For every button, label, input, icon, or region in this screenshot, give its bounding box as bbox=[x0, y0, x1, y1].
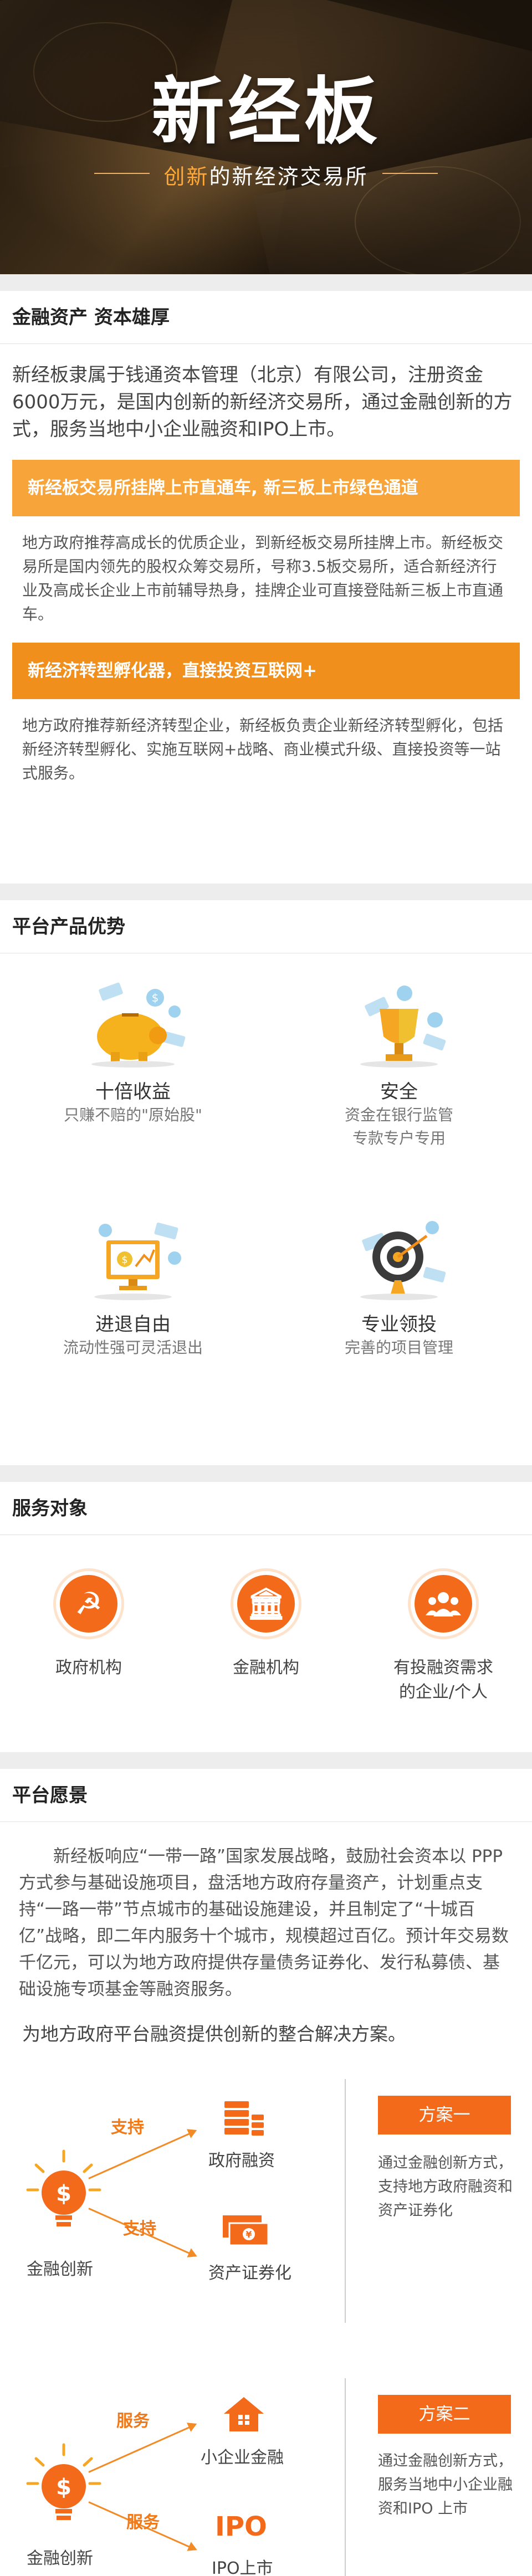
section-targets: 服务对象 ☭ 政府机构 🏛 金融机构 有投融资需求 的企业/个人 bbox=[0, 1482, 532, 1752]
vision-text: 新经板响应“一带一路”国家发展战略，鼓励社会资本以 PPP 方式参与基础设施项目… bbox=[19, 1846, 509, 1999]
section-gap bbox=[0, 1752, 532, 1769]
plan-divider bbox=[345, 2378, 346, 2576]
people-icon bbox=[415, 1575, 472, 1633]
section-vision: 平台愿景 新经板响应“一带一路”国家发展战略，鼓励社会资本以 PPP 方式参与基… bbox=[0, 1769, 532, 2576]
advantage-sub: 专款专户专用 bbox=[352, 1129, 446, 1147]
arrow-tag-bottom: 支持 bbox=[123, 2219, 156, 2239]
svg-text:$: $ bbox=[56, 2181, 71, 2206]
target-label: 有投融资需求 的企业/个人 bbox=[355, 1656, 532, 1705]
trophy-icon bbox=[332, 981, 466, 1070]
target-row: ☭ 政府机构 🏛 金融机构 有投融资需求 的企业/个人 bbox=[0, 1535, 532, 1751]
plan-source-label: 金融创新 bbox=[27, 2260, 93, 2279]
feature-desc-incubator: 地方政府推荐新经济转型企业，新经板负责企业新经济转型孵化，包括新经济转型孵化、实… bbox=[22, 716, 504, 782]
plan-target-top: 政府融资 bbox=[208, 2151, 275, 2170]
hero-subtitle: 创新的新经济交易所 bbox=[0, 160, 532, 190]
target-icon-ring: ☭ bbox=[53, 1568, 124, 1639]
section-gap bbox=[0, 1465, 532, 1482]
coin-bulb-icon: $ bbox=[22, 2439, 105, 2533]
plan-target-bottom: 资产证券化 bbox=[208, 2264, 291, 2283]
bank-icon: 🏛 bbox=[237, 1575, 295, 1633]
svg-text:$: $ bbox=[56, 2475, 71, 2500]
target-item: ☭ 政府机构 bbox=[0, 1568, 177, 1680]
scheme-badge: 方案二 bbox=[378, 2395, 511, 2434]
feature-desc-listing: 地方政府推荐高成长的优质企业，到新经板交易所挂牌上市。新经板交易所是国内领先的股… bbox=[22, 533, 504, 623]
plan-target-bottom: IPO上市 bbox=[212, 2559, 273, 2576]
section-gap bbox=[0, 884, 532, 900]
advantage-title: 十倍收益 bbox=[95, 1081, 171, 1103]
section-advantages: 平台产品优势 $ 十倍收益 只赚不赔的"原始股" 安全 资金在银行监管 专款专户… bbox=[0, 900, 532, 1465]
svg-text:¥: ¥ bbox=[245, 2229, 252, 2240]
advantage-title: 进退自由 bbox=[95, 1313, 171, 1336]
section-heading: 服务对象 bbox=[0, 1482, 532, 1535]
banknote-icon: ¥ bbox=[222, 2212, 272, 2253]
scheme-desc: 通过金融创新方式，支持地方政府融资和资产证券化 bbox=[378, 2154, 513, 2219]
target-label: 政府机构 bbox=[55, 1658, 122, 1677]
ipo-icon: IPO bbox=[215, 2511, 267, 2542]
arrow-tag-bottom: 服务 bbox=[126, 2513, 160, 2532]
house-icon bbox=[222, 2395, 266, 2436]
advantage-sub: 资金在银行监管 bbox=[344, 1106, 453, 1124]
hero-subtitle-highlight: 创新 bbox=[163, 165, 209, 189]
advantage-item: $ 进退自由 流动性强可灵活退出 bbox=[0, 1214, 266, 1359]
coin-bulb-icon: $ bbox=[22, 2146, 105, 2240]
plan-two: $ 金融创新 服务 服务 小企业金融 IPO IPO上市 方案二 通过金融创新方… bbox=[0, 2378, 532, 2576]
advantage-sub: 只赚不赔的"原始股" bbox=[64, 1106, 202, 1124]
section-heading: 平台产品优势 bbox=[0, 900, 532, 953]
advantage-sub: 完善的项目管理 bbox=[344, 1338, 453, 1357]
advantage-item: $ 十倍收益 只赚不赔的"原始股" bbox=[0, 981, 266, 1127]
arrow-tag-top: 服务 bbox=[116, 2411, 150, 2431]
arrow-tag-top: 支持 bbox=[111, 2118, 144, 2137]
target-item: 🏛 金融机构 bbox=[177, 1568, 355, 1680]
plan-target-top: 小企业金融 bbox=[201, 2448, 284, 2467]
scheme-desc: 通过金融创新方式，服务当地中小企业融资和IPO 上市 bbox=[378, 2452, 513, 2517]
monitor-icon: $ bbox=[66, 1214, 200, 1302]
coin-stack-icon bbox=[222, 2096, 266, 2142]
hammer-sickle-icon: ☭ bbox=[60, 1575, 117, 1633]
target-label: 金融机构 bbox=[233, 1658, 299, 1677]
target-label-line2: 的企业/个人 bbox=[398, 1682, 488, 1702]
target-label-line1: 有投融资需求 bbox=[393, 1658, 493, 1677]
target-item: 有投融资需求 的企业/个人 bbox=[355, 1568, 532, 1705]
hero-banner: 新经板 创新的新经济交易所 bbox=[0, 0, 532, 274]
section-capital: 金融资产 资本雄厚 新经板隶属于钱通资本管理（北京）有限公司，注册资金6000万… bbox=[0, 291, 532, 884]
plan-divider bbox=[345, 2079, 346, 2323]
target-icon bbox=[332, 1214, 466, 1302]
section-heading: 平台愿景 bbox=[0, 1769, 532, 1822]
plan-source-label: 金融创新 bbox=[27, 2549, 93, 2568]
page: 新经板 创新的新经济交易所 金融资产 资本雄厚 新经板隶属于钱通资本管理（北京）… bbox=[0, 0, 532, 2576]
section-gap bbox=[0, 274, 532, 291]
plan-one: $ 金融创新 支持 支持 政府融资 ¥ 资产证券化 方案一 通过金融创新方式，支… bbox=[0, 2079, 532, 2367]
target-icon-ring bbox=[408, 1568, 479, 1639]
section-heading: 金融资产 资本雄厚 bbox=[0, 291, 532, 344]
target-icon-ring: 🏛 bbox=[231, 1568, 301, 1639]
feature-bar-incubator: 新经济转型孵化器，直接投资互联网+ bbox=[12, 643, 520, 699]
piggy-bank-icon: $ bbox=[66, 981, 200, 1070]
svg-text:$: $ bbox=[121, 1254, 127, 1266]
advantage-title: 专业领投 bbox=[361, 1313, 437, 1336]
svg-text:$: $ bbox=[152, 991, 159, 1004]
feature-bar-listing: 新经板交易所挂牌上市直通车, 新三板上市绿色通道 bbox=[12, 460, 520, 516]
advantage-sub: 流动性强可灵活退出 bbox=[63, 1338, 203, 1357]
advantage-item: 安全 资金在银行监管 专款专户专用 bbox=[266, 981, 532, 1150]
hero-subtitle-rest: 的新经济交易所 bbox=[209, 165, 369, 189]
hero-title: 新经板 bbox=[151, 69, 381, 155]
vision-subtitle: 为地方政府平台融资提供创新的整合解决方案。 bbox=[22, 2023, 406, 2045]
advantage-title: 安全 bbox=[380, 1081, 418, 1103]
intro-text: 新经板隶属于钱通资本管理（北京）有限公司，注册资金6000万元，是国内创新的新经… bbox=[12, 364, 513, 440]
advantage-grid: $ 十倍收益 只赚不赔的"原始股" 安全 资金在银行监管 专款专户专用 $ 进退… bbox=[0, 953, 532, 1452]
advantage-item: 专业领投 完善的项目管理 bbox=[266, 1214, 532, 1359]
scheme-badge: 方案一 bbox=[378, 2096, 511, 2134]
